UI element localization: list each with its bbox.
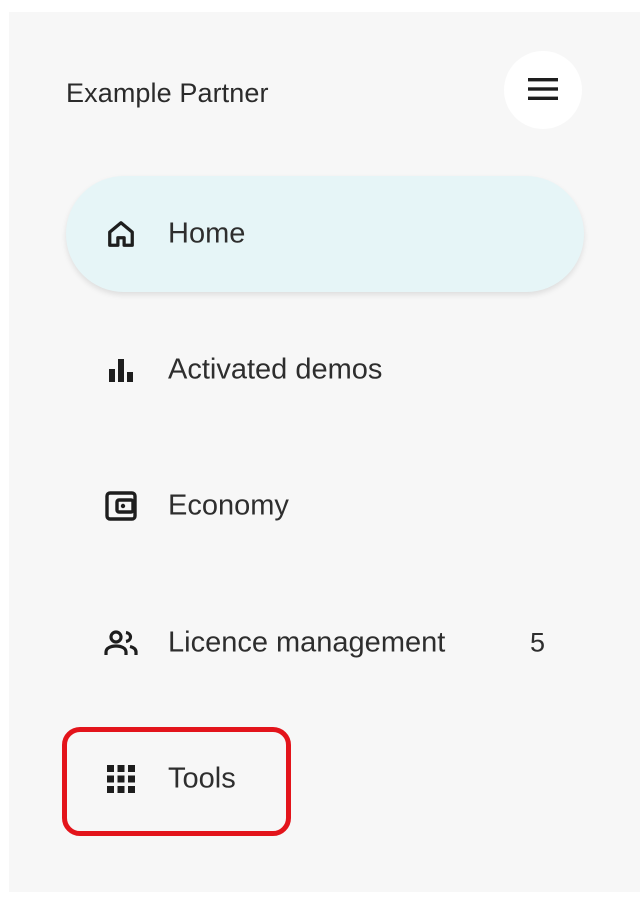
users-icon xyxy=(103,625,139,661)
nav-item-activated-demos[interactable]: Activated demos xyxy=(66,312,584,428)
home-icon xyxy=(103,216,139,252)
brand-name: Example Partner xyxy=(66,78,269,108)
wallet-icon xyxy=(103,488,139,524)
nav-label-activated-demos: Activated demos xyxy=(168,353,383,386)
nav-label-home: Home xyxy=(168,217,246,250)
nav-label-economy: Economy xyxy=(168,489,289,522)
nav-item-home[interactable]: Home xyxy=(66,176,584,292)
nav-item-tools[interactable]: Tools xyxy=(66,721,584,837)
bar-chart-icon xyxy=(103,352,139,388)
licence-count-badge: 5 xyxy=(530,627,546,658)
nav-label-licence-management: Licence management xyxy=(168,626,446,659)
nav-item-licence-management[interactable]: Licence management 5 xyxy=(66,585,584,701)
apps-grid-icon xyxy=(103,761,139,797)
menu-toggle-button[interactable] xyxy=(504,51,582,129)
hamburger-menu-icon xyxy=(528,77,558,103)
nav-label-tools: Tools xyxy=(168,762,236,795)
nav-item-economy[interactable]: Economy xyxy=(66,448,584,564)
